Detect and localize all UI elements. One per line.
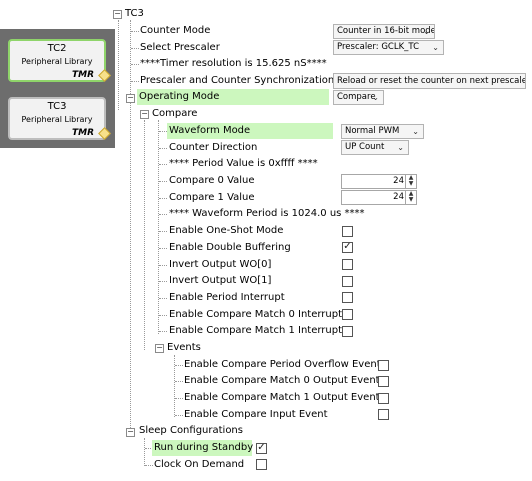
waveform-mode-label: Waveform Mode (167, 123, 333, 139)
prescaler-sync-label: Prescaler and Counter Synchronization (140, 75, 335, 86)
counter-direction-select[interactable]: UP Count ⌄ (341, 140, 409, 155)
period-interrupt-checkbox[interactable] (342, 292, 353, 303)
tree-line (158, 120, 159, 334)
waveform-mode-select[interactable]: Normal PWM ⌄ (341, 124, 424, 139)
tree-line (118, 20, 119, 110)
tree-line (159, 248, 167, 249)
chevron-down-icon: ⌄ (423, 27, 430, 36)
ev-cm0-output-label: Enable Compare Match 0 Output Event (184, 375, 380, 386)
ev-period-overflow-checkbox[interactable] (378, 360, 389, 371)
counter-direction-label: Counter Direction (169, 142, 258, 153)
invert-wo0-label: Invert Output WO[0] (169, 259, 272, 270)
ev-cm0-output-checkbox[interactable] (378, 376, 389, 387)
collapse-icon[interactable]: − (140, 110, 149, 119)
waveform-mode-value: Normal PWM (345, 126, 400, 136)
tree-line (159, 148, 167, 149)
operating-mode-select[interactable]: Compare ⌄ (333, 90, 384, 105)
clock-on-demand-label: Clock On Demand (154, 459, 245, 470)
ev-cm1-output-label: Enable Compare Match 1 Output Event (184, 392, 380, 403)
select-prescaler-label: Select Prescaler (140, 42, 220, 53)
operating-mode-label: Operating Mode (137, 89, 329, 105)
double-buffering-checkbox[interactable]: ✓ (342, 242, 353, 253)
cm1-interrupt-label: Enable Compare Match 1 Interrupt (169, 325, 343, 336)
invert-wo1-label: Invert Output WO[1] (169, 275, 272, 286)
spinner-buttons[interactable]: ▲ ▼ (405, 175, 416, 188)
cm0-interrupt-label: Enable Compare Match 0 Interrupt (169, 309, 343, 320)
ev-compare-input-label: Enable Compare Input Event (184, 409, 328, 420)
timer-resolution-text: ****Timer resolution is 15.625 nS**** (140, 58, 327, 69)
cm0-interrupt-checkbox[interactable] (342, 309, 353, 320)
tree-line (159, 331, 167, 332)
tree-line (159, 164, 167, 165)
double-buffering-label: Enable Double Buffering (169, 242, 291, 253)
collapse-icon[interactable]: − (155, 344, 164, 353)
configuration-tree: − TC3 Counter Mode Counter in 16-bit mod… (0, 0, 532, 481)
one-shot-checkbox[interactable] (342, 226, 353, 237)
select-prescaler-select[interactable]: Prescaler: GCLK_TC ⌄ (333, 40, 444, 55)
sleep-config-node: Sleep Configurations (139, 425, 243, 436)
cm1-interrupt-checkbox[interactable] (342, 326, 353, 337)
clock-on-demand-checkbox[interactable] (256, 459, 267, 470)
tree-line (159, 265, 167, 266)
invert-wo1-checkbox[interactable] (342, 276, 353, 287)
tree-root-tc3: TC3 (125, 8, 144, 19)
chevron-down-icon: ⌄ (412, 127, 419, 136)
waveform-period-text: **** Waveform Period is 1024.0 us **** (169, 208, 365, 219)
compare0-value: 24 (393, 176, 404, 186)
chevron-down-icon: ⌄ (397, 143, 404, 152)
invert-wo0-checkbox[interactable] (342, 259, 353, 270)
tree-line (144, 120, 145, 350)
select-prescaler-value: Prescaler: GCLK_TC (337, 42, 420, 52)
spinner-buttons[interactable]: ▲ ▼ (405, 191, 416, 204)
tree-line (159, 131, 167, 132)
period-interrupt-label: Enable Period Interrupt (169, 292, 285, 303)
counter-mode-value: Counter in 16-bit mode (337, 26, 435, 36)
compare0-spinner[interactable]: 24 ▲ ▼ (341, 174, 417, 189)
compare-node: Compare (152, 108, 198, 119)
ev-cm1-output-checkbox[interactable] (378, 393, 389, 404)
ev-compare-input-checkbox[interactable] (378, 409, 389, 420)
ev-period-overflow-label: Enable Compare Period Overflow Event (184, 359, 381, 370)
tree-line (130, 20, 131, 434)
tree-line (159, 181, 167, 182)
counter-mode-select[interactable]: Counter in 16-bit mode ⌄ (333, 24, 435, 39)
run-standby-label: Run during Standby (152, 440, 253, 456)
compare0-label: Compare 0 Value (169, 175, 255, 186)
collapse-icon[interactable]: − (126, 94, 135, 103)
prescaler-sync-select[interactable]: Reload or reset the counter on next pres… (333, 73, 526, 89)
counter-direction-value: UP Count (345, 142, 385, 152)
counter-mode-label: Counter Mode (140, 25, 211, 36)
one-shot-label: Enable One-Shot Mode (169, 225, 284, 236)
compare1-label: Compare 1 Value (169, 192, 255, 203)
tree-line (159, 231, 167, 232)
tree-line (159, 214, 167, 215)
events-node: Events (167, 342, 201, 353)
tree-line (159, 198, 167, 199)
chevron-down-icon: ⌄ (372, 93, 379, 102)
operating-mode-value: Compare (337, 92, 376, 102)
tree-line (159, 281, 167, 282)
chevron-down-icon: ⌄ (432, 43, 439, 52)
run-standby-checkbox[interactable]: ✓ (256, 443, 267, 454)
prescaler-sync-value: Reload or reset the counter on next pres… (337, 76, 525, 86)
collapse-icon[interactable]: − (113, 10, 122, 19)
tree-line (159, 315, 167, 316)
compare1-spinner[interactable]: 24 ▲ ▼ (341, 190, 417, 205)
collapse-icon[interactable]: − (126, 428, 135, 437)
tree-line (144, 438, 145, 466)
period-value-text: **** Period Value is 0xffff **** (169, 158, 318, 169)
tree-line (159, 298, 167, 299)
spinner-down-icon[interactable]: ▼ (406, 181, 416, 187)
spinner-down-icon[interactable]: ▼ (406, 197, 416, 203)
compare1-value: 24 (393, 192, 404, 202)
